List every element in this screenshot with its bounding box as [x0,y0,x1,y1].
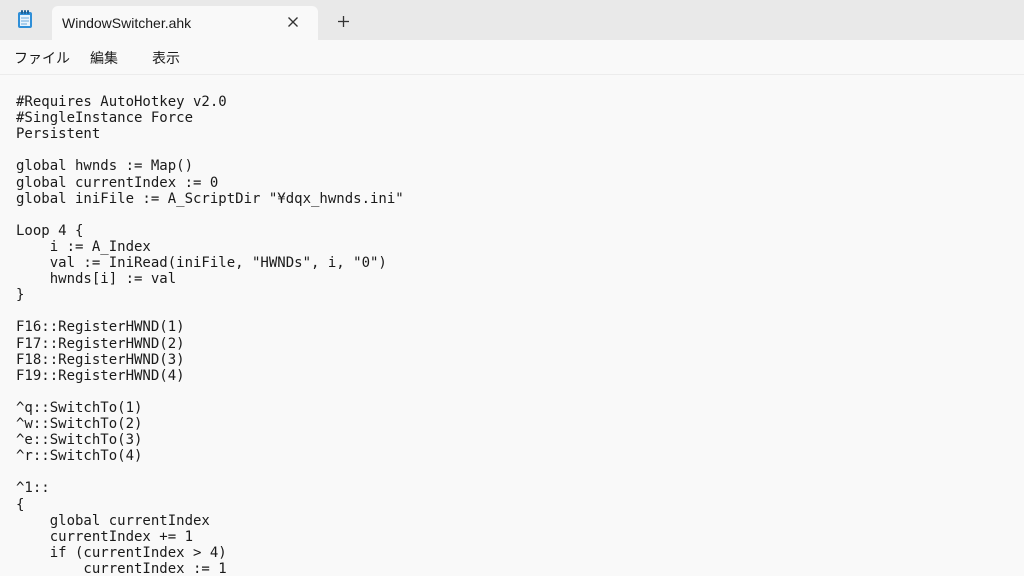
menu-edit[interactable]: 編集 [90,48,118,68]
code-line: ^r::SwitchTo(4) [16,448,143,465]
close-icon[interactable] [282,11,304,33]
title-bar: WindowSwitcher.ahk [0,0,1024,40]
tab-windowswitcher[interactable]: WindowSwitcher.ahk [52,6,318,40]
code-line: F18::RegisterHWND(3) [16,351,185,368]
code-line: #SingleInstance Force [16,110,194,127]
code-line: ^w::SwitchTo(2) [16,416,143,432]
plus-icon[interactable] [332,10,354,32]
code-line: global iniFile := A_ScriptDir "¥dqx_hwnd… [16,190,404,207]
code-line: F19::RegisterHWND(4) [16,367,185,384]
code-line: { [16,496,25,513]
code-line: Persistent [16,126,101,143]
code-line: ^q::SwitchTo(1) [16,399,143,416]
code-line: global currentIndex [16,512,210,529]
code-line: } [16,287,25,304]
code-line: F16::RegisterHWND(1) [16,319,185,336]
code-line: ^e::SwitchTo(3) [16,432,143,449]
code-line: currentIndex += 1 [16,528,194,545]
menu-bar: ファイル 編集 表示 [0,40,1024,74]
code-line: i := A_Index [16,238,151,255]
menu-file[interactable]: ファイル [14,48,70,68]
code-line: global hwnds := Map() [16,158,194,175]
code-line: Loop 4 { [16,222,84,239]
code-line: F17::RegisterHWND(2) [16,335,185,352]
notepad-icon [16,9,34,29]
code-line: ^1:: [16,480,50,497]
code-line: global currentIndex := 0 [16,174,219,191]
code-line: #Requires AutoHotkey v2.0 [16,94,227,110]
code-line: val := IniRead(iniFile, "HWNDs", i, "0") [16,255,387,271]
menu-view[interactable]: 表示 [152,48,180,68]
code-line: currentIndex := 1 [16,560,227,576]
tab-title: WindowSwitcher.ahk [62,15,192,31]
code-line: if (currentIndex > 4) [16,544,227,561]
code-line: hwnds[i] := val [16,271,177,288]
text-editor[interactable]: #Requires AutoHotkey v2.0 #SingleInstance… [0,74,1024,576]
